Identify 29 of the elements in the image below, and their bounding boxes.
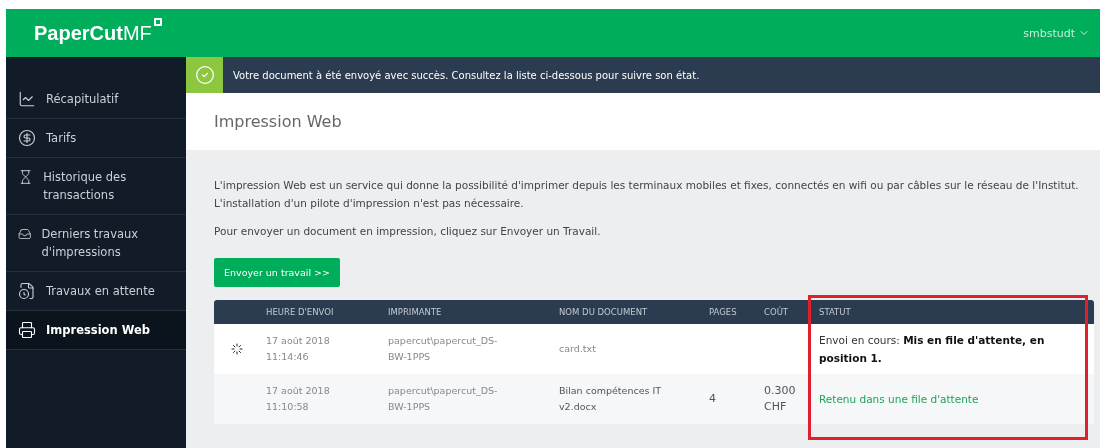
table-cell-text: 17 août 2018 11:10:58 bbox=[265, 384, 331, 414]
printer-icon bbox=[18, 321, 36, 339]
status-text: Envoi en cours: Mis en file d'attente, en position 1. bbox=[818, 333, 1046, 366]
line-chart-icon bbox=[18, 90, 36, 108]
column-header: IMPRIMANTE bbox=[387, 307, 443, 317]
spinner-icon bbox=[231, 343, 243, 355]
description-text: L'impression Web est un service qui donne la possibilité d'imprimer depuis les terminaux mobiles et fixes, connectés en wifi ou par câbles sur le réseau de l'Institut. L'installation d'un pilote d'impression n'est pas nécessaire. bbox=[214, 178, 1080, 211]
page-title: Impression Web bbox=[214, 112, 342, 131]
banner-message: Votre document à été envoyé avec succès. Consultez la liste ci-dessous pour suivre son état. bbox=[232, 69, 700, 81]
column-header: NOM DU DOCUMENT bbox=[558, 307, 649, 317]
hourglass-icon bbox=[18, 168, 34, 186]
column-header: STATUT bbox=[818, 307, 852, 317]
description-text: Pour envoyer un document en impression, cliquez sur Envoyer un Travail. bbox=[214, 224, 602, 239]
status-text: Retenu dans une file d'attente bbox=[818, 392, 980, 407]
column-header: COÛT bbox=[763, 307, 790, 317]
column-header: HEURE D'ENVOI bbox=[265, 307, 335, 317]
table-cell-text: 4 bbox=[708, 391, 717, 407]
table-cell-text: 17 août 2018 11:14:46 bbox=[265, 334, 331, 364]
clock-document-icon bbox=[18, 282, 36, 300]
table-cell-text: papercut\papercut_DS- BW-1PPS bbox=[387, 384, 499, 414]
column-header: PAGES bbox=[708, 307, 738, 317]
table-cell-text: papercut\papercut_DS- BW-1PPS bbox=[387, 334, 499, 364]
dollar-icon bbox=[18, 129, 36, 147]
table-cell-text: 0.300 CHF bbox=[763, 383, 797, 415]
table-cell-text: card.txt bbox=[558, 342, 597, 356]
table-cell-text: Bilan compétences IT v2.docx bbox=[558, 384, 663, 414]
papercut-logo: PaperCutMF bbox=[34, 21, 162, 45]
check-circle-icon bbox=[194, 65, 215, 85]
sidebar-item[interactable]: Impression Web bbox=[6, 311, 186, 350]
